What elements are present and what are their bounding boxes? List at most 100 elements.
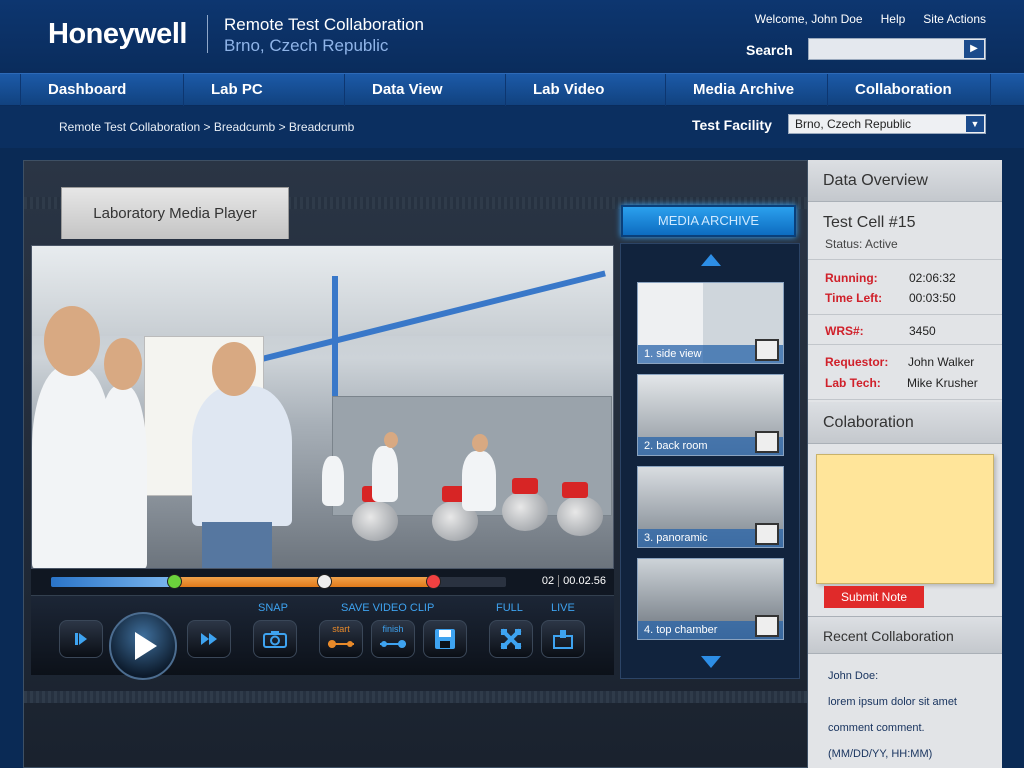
test-cell-name: Test Cell #15 (823, 214, 916, 231)
scroll-down-icon[interactable] (701, 656, 721, 668)
time-index: 02 (541, 575, 555, 587)
header-divider (207, 15, 208, 53)
test-cell-status: Status: Active (825, 237, 898, 251)
clip-range (173, 577, 434, 587)
honeywell-logo[interactable]: Honeywell (48, 18, 187, 51)
media-archive-button[interactable]: MEDIA ARCHIVE (621, 205, 796, 237)
breadcrumb[interactable]: Remote Test Collaboration > Breadcumb > … (59, 120, 354, 134)
clip-finish-icon (380, 640, 406, 648)
people-row: Requestor: John Walker Lab Tech: Mike Kr… (808, 345, 1002, 400)
thumbnail-top-chamber[interactable]: 4. top chamber (637, 558, 784, 640)
data-overview-panel: Data Overview Test Cell #15 Status: Acti… (808, 160, 1002, 768)
fullscreen-button[interactable] (489, 620, 533, 658)
welcome-user-link[interactable]: Welcome, John Doe (755, 12, 863, 26)
search-go-button[interactable]: ▶ (964, 40, 984, 58)
snap-button[interactable] (253, 620, 297, 658)
floppy-disk-icon (435, 629, 455, 649)
timecode: 00.02.56 (558, 575, 606, 587)
lab-tech-value: Mike Krusher (907, 376, 978, 390)
test-facility-value: Brno, Czech Republic (795, 117, 912, 131)
running-label: Running: (825, 271, 878, 285)
clip-start-icon (328, 640, 354, 648)
test-cell-row: Test Cell #15 Status: Active (808, 202, 1002, 260)
search-input[interactable]: ▶ (808, 38, 986, 60)
nav-lab-video[interactable]: Lab Video (506, 74, 666, 106)
running-value: 02:06:32 (909, 271, 956, 285)
played-range (51, 577, 174, 587)
nav-collaboration[interactable]: Collaboration (828, 74, 991, 106)
video-timeline: 02 00.02.56 (31, 569, 614, 595)
clip-finish-label: finish (382, 624, 404, 634)
fast-forward-icon (201, 633, 209, 645)
photo-icon (755, 431, 779, 453)
thumbnail-side-view[interactable]: 1. side view (637, 282, 784, 364)
decor-stripe (24, 691, 807, 703)
live-button[interactable] (541, 620, 585, 658)
wrs-label: WRS#: (825, 324, 864, 338)
skip-back-button[interactable] (59, 620, 103, 658)
nav-data-view[interactable]: Data View (345, 74, 506, 106)
nav-lab-pc[interactable]: Lab PC (184, 74, 345, 106)
playhead-handle[interactable] (317, 574, 332, 589)
skip-back-icon (75, 633, 78, 645)
fast-forward-button[interactable] (187, 620, 231, 658)
seek-track[interactable] (51, 574, 506, 589)
clip-start-button[interactable]: start (319, 620, 363, 658)
recent-comment: comment comment. (828, 722, 925, 734)
clip-end-handle[interactable] (426, 574, 442, 589)
test-facility-label: Test Facility (692, 117, 772, 133)
thumbnail-panoramic[interactable]: 3. panoramic (637, 466, 784, 548)
timecode-display: 02 00.02.56 (542, 575, 606, 587)
header: Honeywell Remote Test Collaboration Brno… (0, 0, 1024, 73)
fullscreen-icon (500, 628, 522, 650)
timing-row: Running: 02:06:32 Time Left: 00:03:50 (808, 260, 1002, 315)
video-icon (755, 339, 779, 361)
camera-icon (263, 631, 287, 648)
collaboration-heading: Colaboration (808, 402, 1002, 444)
live-feed-icon (553, 630, 573, 649)
time-left-label: Time Left: (825, 291, 883, 305)
time-left-value: 00:03:50 (909, 291, 956, 305)
recent-timestamp: (MM/DD/YY, HH:MM) (828, 748, 933, 760)
clip-finish-button[interactable]: finish (371, 620, 415, 658)
app-title: Remote Test Collaboration (224, 15, 425, 34)
player-controls: SNAP SAVE VIDEO CLIP FULL LIVE start fin… (31, 595, 614, 680)
tab-laboratory-media-player[interactable]: Laboratory Media Player (61, 187, 289, 239)
play-icon (135, 632, 157, 660)
save-clip-label: SAVE VIDEO CLIP (341, 602, 435, 614)
main-area: Laboratory Media Player MEDIA ARCHIVE 02… (0, 148, 1024, 768)
main-nav: Dashboard Lab PC Data View Lab Video Med… (0, 73, 1024, 106)
requestor-value: John Walker (908, 355, 975, 369)
collaboration-note-input[interactable] (816, 454, 994, 584)
top-links: Welcome, John Doe Help Site Actions (755, 12, 986, 26)
lab-tech-label: Lab Tech: (825, 376, 881, 390)
recent-collaboration-heading: Recent Collaboration (808, 616, 1002, 654)
test-facility-select[interactable]: Brno, Czech Republic ▼ (788, 114, 986, 134)
wrs-value: 3450 (909, 324, 936, 338)
data-overview-heading: Data Overview (808, 160, 1002, 202)
breadcrumb-bar: Remote Test Collaboration > Breadcumb > … (0, 106, 1024, 148)
requestor-label: Requestor: (825, 355, 889, 369)
media-player-panel: Laboratory Media Player MEDIA ARCHIVE 02… (23, 160, 808, 768)
recent-author: John Doe: (828, 670, 879, 682)
full-label: FULL (496, 602, 523, 614)
video-frame[interactable] (31, 245, 614, 569)
chevron-down-icon[interactable]: ▼ (966, 116, 984, 132)
save-clip-button[interactable] (423, 620, 467, 658)
help-link[interactable]: Help (881, 12, 906, 26)
wrs-row: WRS#: 3450 (808, 315, 1002, 345)
media-archive-thumbnails: 1. side view 2. back room 3. panoramic 4… (620, 243, 800, 679)
scroll-up-icon[interactable] (701, 254, 721, 266)
clip-start-label: start (332, 624, 350, 634)
live-label: LIVE (551, 602, 575, 614)
submit-note-button[interactable]: Submit Note (824, 586, 924, 608)
photo-icon (755, 615, 779, 637)
nav-dashboard[interactable]: Dashboard (20, 74, 184, 106)
app-subtitle: Brno, Czech Republic (224, 36, 389, 55)
clip-start-handle[interactable] (166, 574, 182, 589)
play-button[interactable] (109, 612, 177, 680)
site-actions-link[interactable]: Site Actions (923, 12, 986, 26)
thumbnail-back-room[interactable]: 2. back room (637, 374, 784, 456)
recent-comment: lorem ipsum dolor sit amet (828, 696, 957, 708)
nav-media-archive[interactable]: Media Archive (666, 74, 828, 106)
